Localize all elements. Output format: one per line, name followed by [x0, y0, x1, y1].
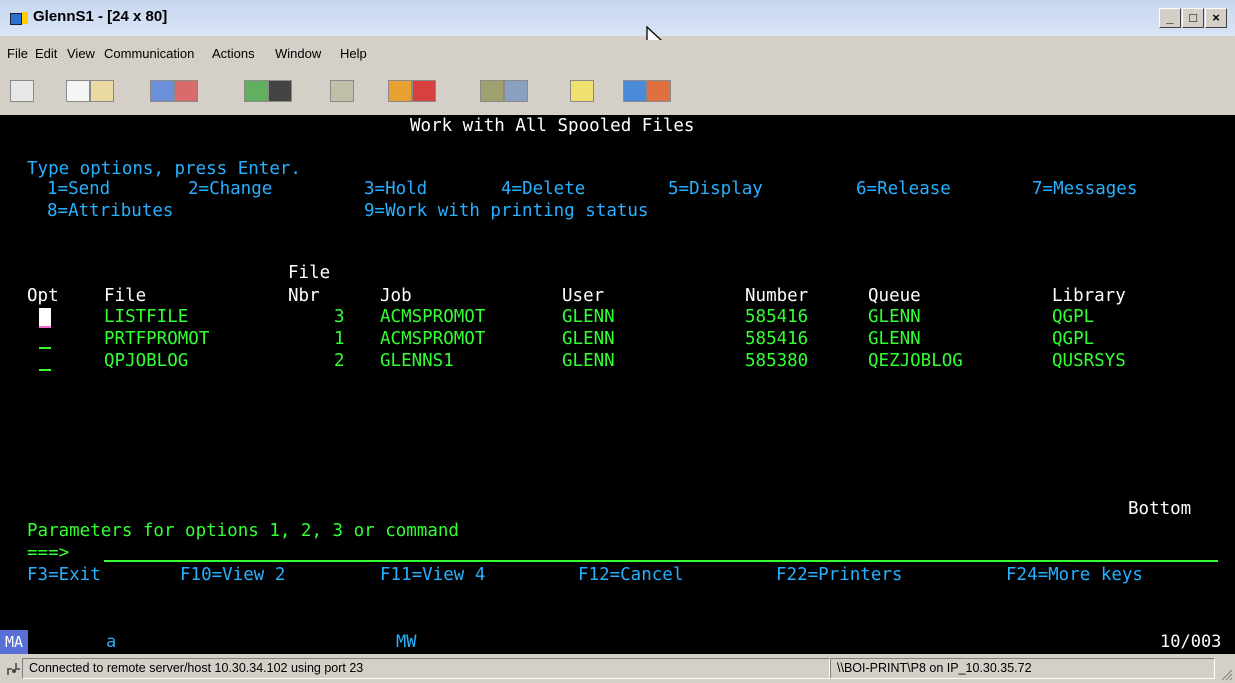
row-3-nbr: 2	[334, 351, 345, 371]
opt-input-row-2[interactable]	[39, 347, 51, 349]
clipboard-icon[interactable]	[570, 80, 594, 102]
row-1-user: GLENN	[562, 307, 615, 327]
menu-edit[interactable]: Edit	[35, 46, 57, 61]
copy-icon[interactable]	[66, 80, 90, 102]
menu-window[interactable]: Window	[275, 46, 321, 61]
row-3-library: QUSRSYS	[1052, 351, 1126, 371]
option-hold: 3=Hold	[364, 179, 428, 199]
row-1-file: LISTFILE	[104, 307, 189, 327]
fkey-cancel[interactable]: F12=Cancel	[578, 566, 683, 585]
fkey-printers[interactable]: F22=Printers	[776, 566, 902, 585]
print-screen-icon[interactable]	[10, 80, 34, 102]
menu-file[interactable]: File	[7, 46, 28, 61]
receive-file-icon[interactable]	[174, 80, 198, 102]
connection-status: Connected to remote server/host 10.30.34…	[22, 658, 830, 679]
connection-icon	[7, 663, 20, 675]
col-library: Library	[1052, 286, 1126, 306]
row-3-queue: QEZJOBLOG	[868, 351, 963, 371]
row-1-nbr: 3	[334, 307, 345, 327]
fkey-exit[interactable]: F3=Exit	[27, 566, 101, 585]
globe-icon[interactable]	[623, 80, 647, 102]
row-3-user: GLENN	[562, 351, 615, 371]
row-1-job: ACMSPROMOT	[380, 307, 486, 327]
option-work-printing-status: 9=Work with printing status	[364, 201, 649, 221]
play-macro-icon[interactable]	[480, 80, 504, 102]
row-2-file: PRTFPROMOT	[104, 329, 210, 349]
title-bar[interactable]: GlennS1 - [24 x 80] _ □ ×	[0, 0, 1235, 36]
oia-mw-indicator: MW	[396, 632, 417, 652]
row-2-job: ACMSPROMOT	[380, 329, 486, 349]
row-2-user: GLENN	[562, 329, 615, 349]
menu-communication[interactable]: Communication	[104, 46, 194, 61]
row-2-queue: GLENN	[868, 329, 921, 349]
col-user: User	[562, 286, 605, 306]
col-opt: Opt	[27, 286, 59, 306]
status-bar: Connected to remote server/host 10.30.34…	[0, 655, 1235, 683]
record-macro-icon[interactable]	[388, 80, 412, 102]
col-queue: Queue	[868, 286, 921, 306]
fkey-view-4[interactable]: F11=View 4	[380, 566, 485, 585]
toolbar	[0, 68, 1235, 114]
option-send: 1=Send	[47, 179, 111, 199]
close-button[interactable]: ×	[1205, 8, 1227, 28]
cursor-position: 10/003	[1160, 632, 1222, 652]
stop-macro-icon[interactable]	[412, 80, 436, 102]
row-3-file: QPJOBLOG	[104, 351, 189, 371]
col-job: Job	[380, 286, 412, 306]
macro-icon[interactable]	[330, 80, 354, 102]
display-icon[interactable]	[244, 80, 268, 102]
app-icon[interactable]	[10, 10, 34, 26]
menu-view[interactable]: View	[67, 46, 95, 61]
parameters-prompt: Parameters for options 1, 2, 3 or comman…	[27, 521, 459, 541]
transfer-icon[interactable]	[504, 80, 528, 102]
row-2-library: QGPL	[1052, 329, 1095, 349]
col-number: Number	[745, 286, 809, 306]
row-1-number: 585416	[745, 307, 809, 327]
window-title: GlennS1 - [24 x 80]	[33, 8, 168, 25]
minimize-button[interactable]: _	[1159, 8, 1181, 28]
menu-help[interactable]: Help	[340, 46, 367, 61]
fkey-more-keys[interactable]: F24=More keys	[1006, 566, 1143, 585]
oia-a-indicator: a	[106, 632, 117, 652]
option-display: 5=Display	[668, 179, 763, 199]
operator-info-area: MA a MW 10/003	[0, 630, 1235, 654]
menu-bar: File Edit View Communication Actions Win…	[0, 40, 1235, 66]
keyboard-map-icon[interactable]	[268, 80, 292, 102]
command-line-input[interactable]	[104, 560, 1218, 562]
row-3-number: 585380	[745, 351, 809, 371]
paste-icon[interactable]	[90, 80, 114, 102]
bottom-indicator: Bottom	[1128, 499, 1192, 519]
opt-input-row-1[interactable]	[39, 308, 51, 328]
command-arrow: ===>	[27, 543, 70, 563]
option-release: 6=Release	[856, 179, 951, 199]
screen-title: Work with All Spooled Files	[410, 116, 695, 136]
oia-ma-indicator: MA	[0, 630, 28, 654]
option-messages: 7=Messages	[1032, 179, 1138, 199]
row-2-number: 585416	[745, 329, 809, 349]
row-3-job: GLENNS1	[380, 351, 454, 371]
row-1-queue: GLENN	[868, 307, 921, 327]
resize-grip-icon[interactable]	[1219, 667, 1233, 681]
printer-status: \\BOI-PRINT\P8 on IP_10.30.35.72	[830, 658, 1215, 679]
instructions: Type options, press Enter.	[27, 159, 301, 179]
col-file-nbr-top: File	[288, 263, 331, 283]
menu-actions[interactable]: Actions	[212, 46, 255, 61]
row-1-library: QGPL	[1052, 307, 1095, 327]
row-2-nbr: 1	[334, 329, 345, 349]
fkey-view-2[interactable]: F10=View 2	[180, 566, 285, 585]
maximize-button[interactable]: □	[1182, 8, 1204, 28]
option-delete: 4=Delete	[501, 179, 586, 199]
option-attributes: 8=Attributes	[47, 201, 174, 221]
option-change: 2=Change	[188, 179, 273, 199]
terminal-screen[interactable]: Work with All Spooled Files Type options…	[0, 115, 1235, 630]
opt-input-row-3[interactable]	[39, 369, 51, 371]
help-icon[interactable]	[647, 80, 671, 102]
col-nbr: Nbr	[288, 286, 320, 306]
col-file: File	[104, 286, 147, 306]
send-file-icon[interactable]	[150, 80, 174, 102]
